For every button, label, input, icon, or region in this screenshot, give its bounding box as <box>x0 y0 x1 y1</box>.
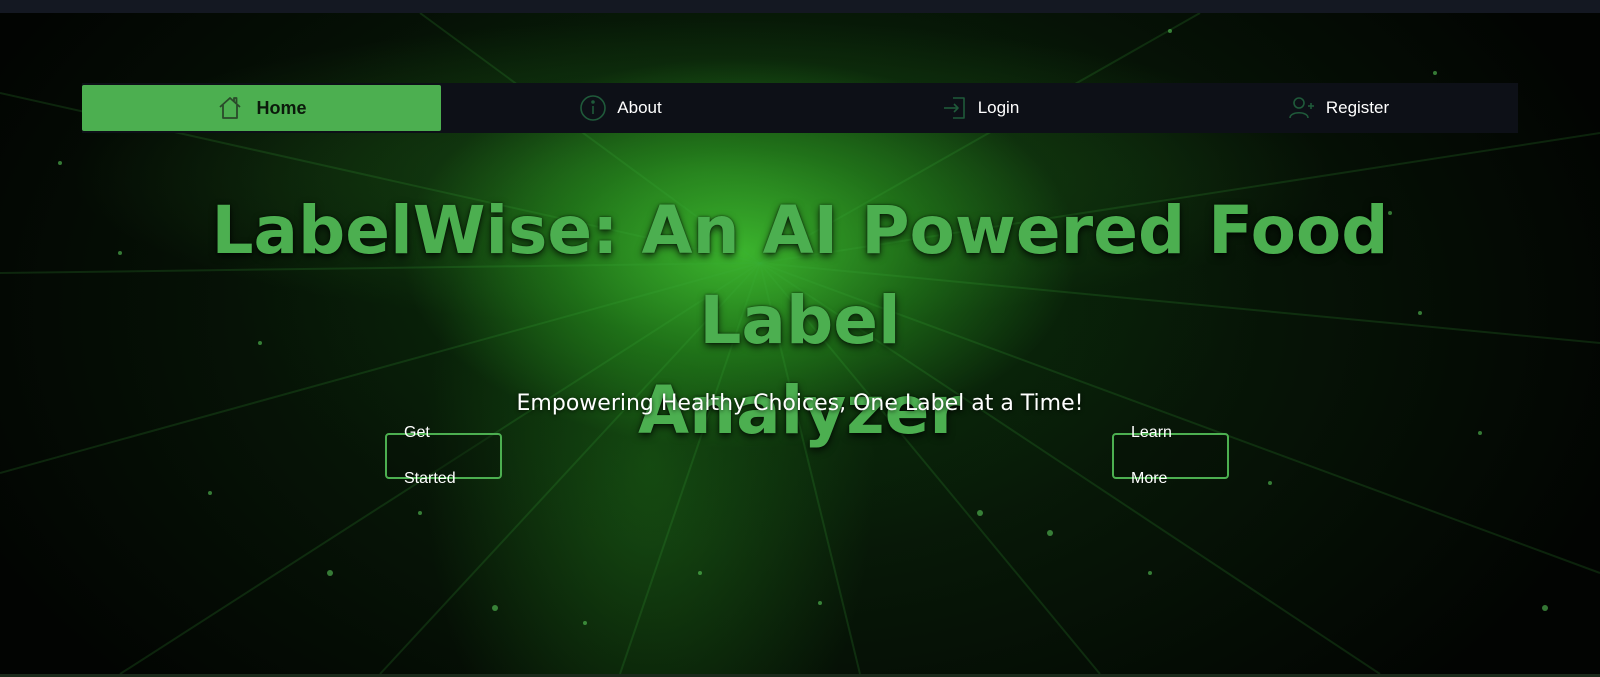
main-navigation: Home About Login Register <box>82 83 1518 133</box>
nav-item-label: Register <box>1325 98 1390 117</box>
nav-item-label: Home <box>256 97 307 118</box>
get-started-button[interactable]: Get Started <box>385 424 502 487</box>
add-user-icon <box>1288 94 1316 122</box>
nav-item-label: About <box>617 98 662 117</box>
nav-item-login[interactable]: Login <box>800 83 1159 133</box>
nav-item-label: Login <box>977 98 1020 117</box>
nav-item-about[interactable]: About <box>441 83 800 133</box>
nav-item-home[interactable]: Home <box>82 85 441 131</box>
title-line-1: LabelWise: An AI Powered Food Label <box>211 192 1389 359</box>
landing-page: Home About Login Register LabelWise: An … <box>0 0 1600 677</box>
home-icon <box>216 94 244 122</box>
learn-more-button[interactable]: Learn More <box>1112 424 1229 487</box>
nav-item-register[interactable]: Register <box>1159 83 1518 133</box>
info-icon <box>579 94 607 122</box>
login-icon <box>940 94 968 122</box>
browser-top-strip <box>0 0 1600 13</box>
